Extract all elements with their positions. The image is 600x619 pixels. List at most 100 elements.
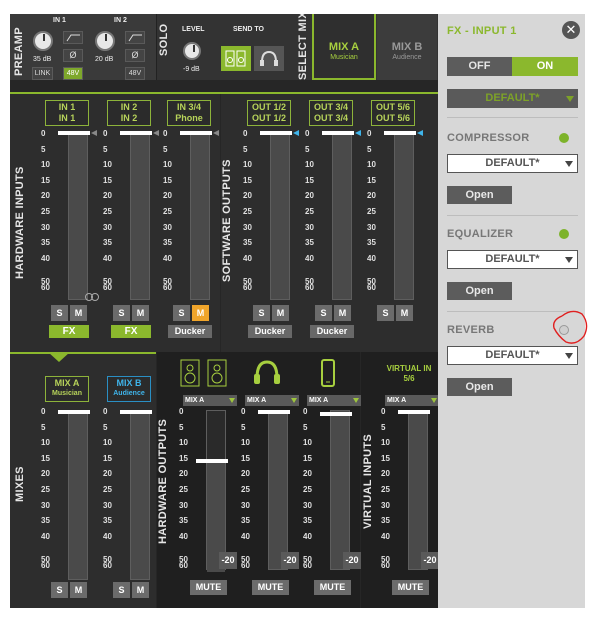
scale-tick: 30: [163, 222, 172, 232]
mix-select-dropdown[interactable]: MIX A: [385, 395, 439, 406]
fader-track: [332, 132, 352, 300]
mix-a-label[interactable]: MIX A Musician: [45, 376, 89, 402]
channel-label[interactable]: OUT 1/2 OUT 1/2: [247, 100, 291, 126]
fx-button[interactable]: FX: [111, 325, 151, 338]
fader-handle[interactable]: [322, 131, 354, 135]
send-headphones-button[interactable]: [254, 46, 284, 71]
fader-track: [330, 410, 350, 570]
link-icon[interactable]: [91, 293, 99, 301]
mix-b-tab-name: MIX B: [391, 41, 423, 53]
ducker-button[interactable]: Ducker: [168, 325, 212, 338]
gain-knob-in1[interactable]: [33, 31, 53, 51]
scale-tick: 30: [243, 222, 252, 232]
reverb-preset-dropdown[interactable]: DEFAULT*: [447, 346, 578, 365]
channel-label-line2: OUT 1/2: [251, 113, 286, 123]
level-marker-icon: [213, 130, 219, 136]
scale-tick: 60: [103, 283, 112, 293]
scale-tick: 15: [303, 453, 312, 463]
mix-select-dropdown[interactable]: MIX A: [183, 395, 237, 406]
gain-knob-in2[interactable]: [95, 31, 115, 51]
mix-select-dropdown[interactable]: MIX A: [307, 395, 361, 406]
channel-label[interactable]: IN 2 IN 2: [107, 100, 151, 126]
solo-button[interactable]: S: [51, 305, 68, 321]
channel-label[interactable]: OUT 3/4 OUT 3/4: [309, 100, 353, 126]
fader-handle[interactable]: [196, 459, 228, 463]
phantom-button-in2[interactable]: 48V: [125, 67, 145, 80]
channel-label[interactable]: OUT 5/6 OUT 5/6: [371, 100, 415, 126]
fader-handle[interactable]: [260, 131, 292, 135]
scale-tick: 0: [243, 129, 248, 138]
equalizer-status-indicator[interactable]: [559, 229, 569, 239]
phase-button-in1[interactable]: Ø: [63, 49, 83, 62]
fader-handle[interactable]: [120, 131, 152, 135]
fx-preset-dropdown[interactable]: DEFAULT*: [447, 89, 578, 108]
scale-tick: 35: [303, 516, 312, 526]
scale-tick: 20: [303, 469, 312, 479]
phase-button-in2[interactable]: Ø: [125, 49, 145, 62]
solo-button[interactable]: S: [315, 305, 332, 321]
solo-button[interactable]: S: [113, 582, 130, 598]
fx-button[interactable]: FX: [49, 325, 89, 338]
fader-handle[interactable]: [120, 410, 152, 414]
channel-label[interactable]: IN 3/4 Phone: [167, 100, 211, 126]
reverb-label: REVERB: [447, 324, 495, 336]
reverb-open-button[interactable]: Open: [447, 378, 512, 396]
fader-handle[interactable]: [58, 131, 90, 135]
ducker-button[interactable]: Ducker: [310, 325, 354, 338]
fader-handle[interactable]: [320, 412, 352, 416]
mute-button[interactable]: MUTE: [190, 580, 227, 595]
close-button[interactable]: ✕: [562, 21, 580, 39]
solo-button[interactable]: S: [253, 305, 270, 321]
channel-label[interactable]: IN 1 IN 1: [45, 100, 89, 126]
in2-label: IN 2: [114, 17, 127, 24]
mute-button[interactable]: M: [132, 582, 149, 598]
highpass-button-in1[interactable]: [63, 31, 83, 44]
compressor-preset-dropdown[interactable]: DEFAULT*: [447, 154, 578, 173]
solo-button[interactable]: S: [51, 582, 68, 598]
mix-a-tab[interactable]: MIX A Musician: [312, 14, 376, 80]
scale-tick: 10: [41, 160, 50, 170]
fx-on-button[interactable]: ON: [512, 57, 578, 76]
channel-label-line1: IN 3/4: [176, 102, 201, 112]
mute-button[interactable]: M: [334, 305, 351, 321]
fader-handle[interactable]: [384, 131, 416, 135]
link-button[interactable]: LINK: [32, 67, 53, 80]
highpass-icon: [66, 34, 80, 42]
mute-button[interactable]: M: [192, 305, 209, 321]
fader-handle[interactable]: [258, 410, 290, 414]
solo-button[interactable]: S: [377, 305, 394, 321]
mute-button[interactable]: M: [70, 582, 87, 598]
mute-button[interactable]: M: [132, 305, 149, 321]
phantom-button-in1[interactable]: 48V: [63, 67, 83, 80]
mute-button[interactable]: M: [70, 305, 87, 321]
fader-handle[interactable]: [180, 131, 212, 135]
solo-button[interactable]: S: [173, 305, 190, 321]
scale-tick: 0: [381, 407, 386, 416]
mix-b-tab[interactable]: MIX B Audience: [377, 14, 437, 80]
scale-tick: 40: [367, 253, 376, 263]
equalizer-preset-dropdown[interactable]: DEFAULT*: [447, 250, 578, 269]
scale-tick: 40: [163, 253, 172, 263]
fx-off-button[interactable]: OFF: [447, 57, 512, 76]
send-speakers-button[interactable]: [221, 46, 251, 71]
compressor-preset-value: DEFAULT*: [485, 157, 540, 169]
mix-b-label[interactable]: MIX B Audience: [107, 376, 151, 402]
level-knob[interactable]: [183, 42, 201, 60]
scale-tick: 20: [243, 191, 252, 201]
fader-handle[interactable]: [398, 410, 430, 414]
chevron-down-icon: [291, 398, 297, 403]
scale-tick: 60: [367, 283, 376, 293]
mute-button[interactable]: MUTE: [252, 580, 289, 595]
mute-button[interactable]: M: [396, 305, 413, 321]
mute-button[interactable]: MUTE: [314, 580, 351, 595]
ducker-button[interactable]: Ducker: [248, 325, 292, 338]
mute-button[interactable]: MUTE: [392, 580, 429, 595]
highpass-button-in2[interactable]: [125, 31, 145, 44]
fader-handle[interactable]: [58, 410, 90, 414]
compressor-status-indicator[interactable]: [559, 133, 569, 143]
equalizer-open-button[interactable]: Open: [447, 282, 512, 300]
compressor-open-button[interactable]: Open: [447, 186, 512, 204]
mute-button[interactable]: M: [272, 305, 289, 321]
solo-button[interactable]: S: [113, 305, 130, 321]
mix-select-dropdown[interactable]: MIX A: [245, 395, 299, 406]
